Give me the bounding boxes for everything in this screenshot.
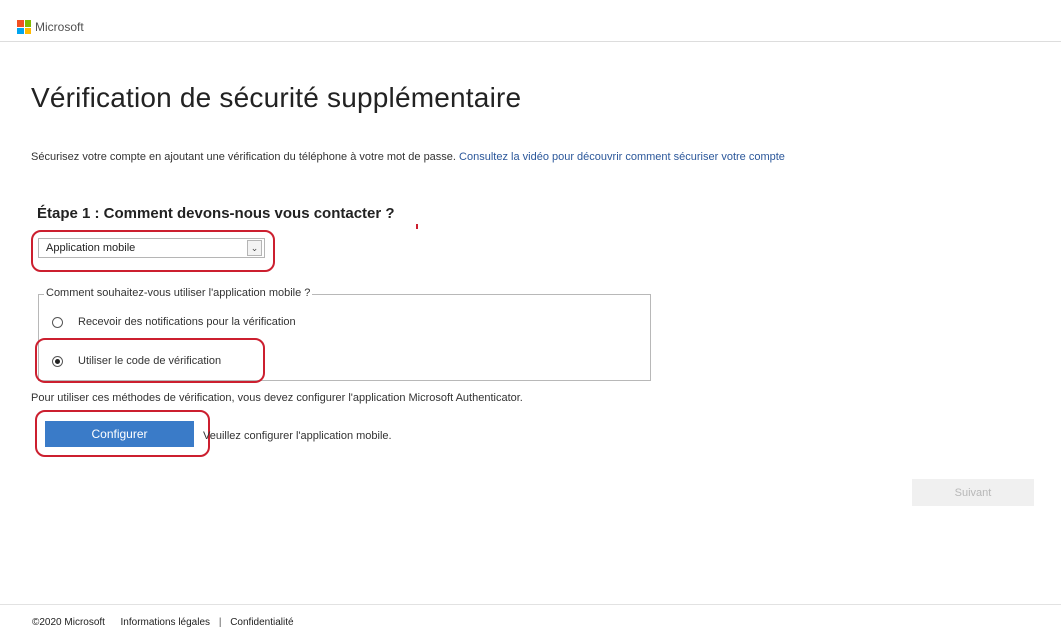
radio-label: Recevoir des notifications pour la vérif… bbox=[78, 316, 296, 328]
microsoft-logo-icon bbox=[17, 20, 31, 34]
annotation-mark bbox=[416, 224, 418, 229]
select-value: Application mobile bbox=[46, 242, 136, 254]
usage-legend: Comment souhaitez-vous utiliser l'applic… bbox=[44, 287, 313, 299]
brand-name: Microsoft bbox=[35, 20, 84, 34]
intro-text: Sécurisez votre compte en ajoutant une v… bbox=[31, 151, 785, 163]
intro-description: Sécurisez votre compte en ajoutant une v… bbox=[31, 151, 456, 163]
next-button[interactable]: Suivant bbox=[912, 479, 1034, 506]
chevron-down-icon[interactable]: ⌄ bbox=[247, 240, 262, 256]
copyright: ©2020 Microsoft bbox=[32, 617, 105, 628]
radio-button[interactable] bbox=[52, 316, 63, 328]
page: Microsoft Vérification de sécurité suppl… bbox=[0, 0, 1061, 632]
radio-option-notifications[interactable]: Recevoir des notifications pour la vérif… bbox=[52, 314, 296, 330]
legal-link[interactable]: Informations légales bbox=[121, 617, 211, 628]
configure-message: Veuillez configurer l'application mobile… bbox=[203, 430, 392, 442]
footer-separator: | bbox=[218, 617, 222, 628]
step-title: Étape 1 : Comment devons-nous vous conta… bbox=[37, 205, 395, 222]
authenticator-note: Pour utiliser ces méthodes de vérificati… bbox=[31, 392, 523, 404]
page-title: Vérification de sécurité supplémentaire bbox=[31, 82, 522, 113]
video-link[interactable]: Consultez la vidéo pour découvrir commen… bbox=[459, 151, 785, 163]
footer-divider bbox=[0, 604, 1061, 605]
configure-button[interactable]: Configurer bbox=[45, 421, 194, 447]
radio-option-code[interactable]: Utiliser le code de vérification bbox=[52, 353, 221, 369]
footer: ©2020 Microsoft Informations légales | C… bbox=[32, 617, 294, 628]
privacy-link[interactable]: Confidentialité bbox=[230, 617, 293, 628]
contact-method-select[interactable]: Application mobile ⌄ bbox=[38, 238, 265, 258]
radio-label: Utiliser le code de vérification bbox=[78, 355, 222, 367]
header: Microsoft bbox=[0, 0, 1061, 42]
radio-button-checked[interactable] bbox=[52, 355, 63, 367]
